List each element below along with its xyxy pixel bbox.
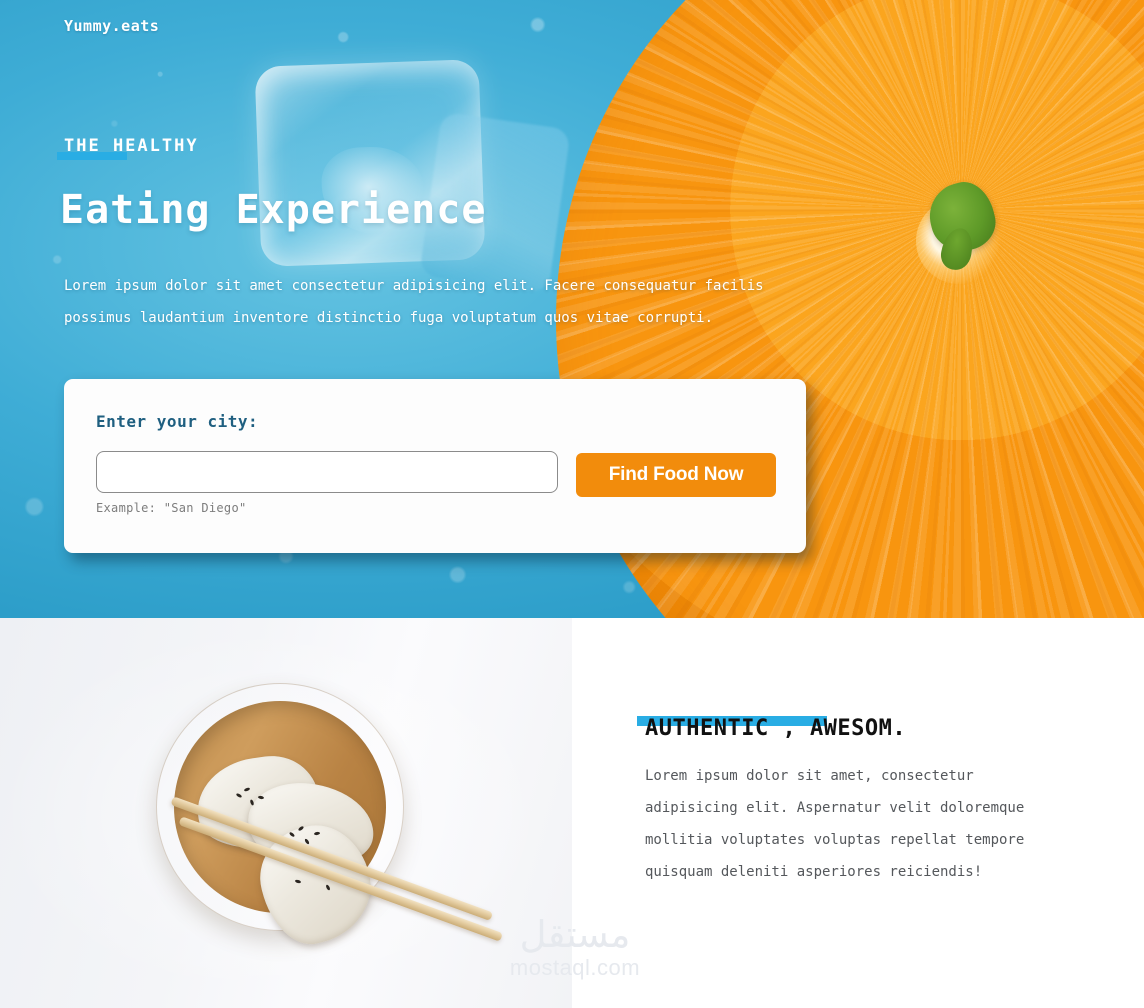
landing-page: Yummy.eats THE HEALTHY Eating Experience… [0, 0, 1144, 1008]
hero-eyebrow-wrapper: THE HEALTHY [57, 136, 199, 160]
site-logo[interactable]: Yummy.eats [64, 17, 159, 35]
hero-paragraph: Lorem ipsum dolor sit amet consectetur a… [64, 278, 764, 326]
hero-content: Yummy.eats THE HEALTHY Eating Experience… [0, 0, 1144, 618]
find-food-button[interactable]: Find Food Now [576, 453, 776, 497]
feature-paragraph: Lorem ipsum dolor sit amet, consectetur … [645, 768, 1025, 880]
page-title: Eating Experience [60, 186, 487, 233]
city-search-input[interactable] [96, 451, 558, 493]
feature-heading-wrapper: AUTHENTIC , AWESOM. [637, 698, 906, 760]
feature-section: AUTHENTIC , AWESOM. Lorem ipsum dolor si… [0, 618, 1144, 1008]
city-search-card: Enter your city: Find Food Now Example: … [64, 379, 806, 553]
hero-section: Yummy.eats THE HEALTHY Eating Experience… [0, 0, 1144, 618]
feature-heading: AUTHENTIC , AWESOM. [645, 716, 907, 742]
city-input-hint: Example: "San Diego" [96, 501, 247, 515]
feature-text-block: AUTHENTIC , AWESOM. Lorem ipsum dolor si… [0, 618, 1144, 1008]
city-input-label: Enter your city: [96, 412, 259, 431]
hero-eyebrow: THE HEALTHY [64, 136, 199, 156]
